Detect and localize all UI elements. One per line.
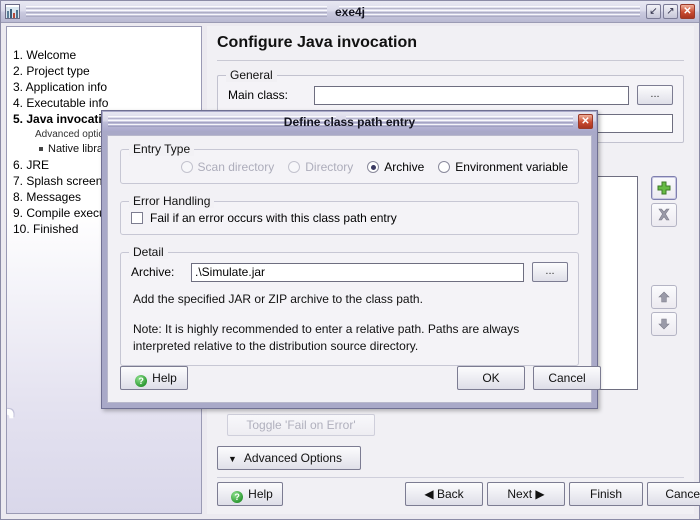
app-icon [5,4,20,19]
exe4j-watermark: exe4j [6,407,15,507]
general-group-legend: General [226,68,277,82]
dialog-footer: ?Help OK Cancel [120,366,579,392]
main-class-input[interactable] [314,86,629,105]
detail-description: Add the specified JAR or ZIP archive to … [121,288,578,365]
dialog-help-button[interactable]: ? Help [120,366,188,390]
finish-button[interactable]: Finish [569,482,643,506]
sidebar-item-project-type[interactable]: 2. Project type [13,63,201,79]
dialog-grip-right [346,116,574,127]
dialog-body: Entry Type Scan directory Directory Arch… [107,135,592,403]
title-bar-grip-left [26,6,327,18]
arrow-down-icon [657,317,671,331]
dialog-close-button[interactable]: ✕ [578,114,593,129]
advanced-options-label: Advanced Options [244,451,342,465]
radio-directory[interactable]: Directory [288,160,353,174]
fail-on-error-checkbox[interactable] [131,212,143,224]
radio-archive-dot [367,161,379,173]
back-button-label: Back [437,487,464,501]
error-handling-group: Error Handling Fail if an error occurs w… [120,201,579,235]
app-icon-glyph [6,7,19,18]
wizard-footer: ?Help ◀ Back Next ▶ Finish Cancel [217,482,684,508]
window-controls: ↙ ↗ ✕ [646,4,695,19]
arrow-left-icon: ◀ [424,487,433,501]
close-button[interactable]: ✕ [680,4,695,19]
define-class-path-entry-dialog: Define class path entry ✕ Entry Type Sca… [101,110,598,409]
archive-label: Archive: [131,265,183,279]
radio-directory-dot [288,161,300,173]
radio-directory-label: Directory [305,160,353,174]
main-class-browse-button[interactable]: ... [637,85,673,105]
archive-row: Archive: ... [121,253,578,288]
dialog-ok-button[interactable]: OK [457,366,525,390]
radio-archive-label: Archive [384,160,424,174]
entry-type-legend: Entry Type [129,142,194,156]
help-icon: ? [231,491,243,503]
radio-scan-directory-label: Scan directory [198,160,275,174]
radio-environment-variable-label: Environment variable [455,160,568,174]
radio-scan-directory-dot [181,161,193,173]
dialog-cancel-button[interactable]: Cancel [533,366,601,390]
arrow-up-icon [657,290,671,304]
advanced-options-button[interactable]: ▼ Advanced Options [217,446,361,470]
minimize-button[interactable]: ↙ [646,4,661,19]
next-button[interactable]: Next ▶ [487,482,565,506]
detail-legend: Detail [129,245,168,259]
detail-group: Detail Archive: ... Add the specified JA… [120,252,579,366]
entry-type-group: Entry Type Scan directory Directory Arch… [120,149,579,184]
app-root: exe4j ↙ ↗ ✕ 1. Welcome 2. Project type 3… [0,0,700,520]
wizard-cancel-button[interactable]: Cancel [647,482,700,506]
plus-icon [657,181,671,195]
radio-archive[interactable]: Archive [367,160,424,174]
dialog-title-bar[interactable]: Define class path entry ✕ [103,112,596,131]
remove-button[interactable] [651,203,677,227]
classpath-list-toolbar [644,176,684,390]
radio-environment-variable-dot [438,161,450,173]
radio-scan-directory[interactable]: Scan directory [181,160,275,174]
dialog-grip-left [108,116,336,127]
main-class-label: Main class: [228,88,306,102]
move-down-button[interactable] [651,312,677,336]
move-up-button[interactable] [651,285,677,309]
back-button[interactable]: ◀ Back [405,482,483,506]
sidebar-item-welcome[interactable]: 1. Welcome [13,47,201,63]
maximize-button[interactable]: ↗ [663,4,678,19]
page-title: Configure Java invocation [207,26,694,52]
archive-input[interactable] [191,263,524,282]
radio-environment-variable[interactable]: Environment variable [438,160,568,174]
close-x-icon [657,208,671,222]
window-title-bar[interactable]: exe4j ↙ ↗ ✕ [1,1,699,23]
main-class-row: Main class: ... [218,76,683,114]
add-button[interactable] [651,176,677,200]
title-divider [217,60,684,61]
error-handling-legend: Error Handling [129,194,214,208]
footer-divider [217,477,684,478]
bullet-icon [39,147,43,151]
sidebar-item-executable-info[interactable]: 4. Executable info [13,95,201,111]
help-button-label: Help [248,487,273,501]
sidebar-item-application-info[interactable]: 3. Application info [13,79,201,95]
detail-description-text: Add the specified JAR or ZIP archive to … [133,291,566,308]
help-icon: ? [135,375,147,387]
next-button-label: Next [507,487,532,501]
title-bar-grip-right [339,6,640,18]
arrow-right-icon: ▶ [535,487,544,501]
archive-browse-button[interactable]: ... [532,262,568,282]
detail-note-text: Note: It is highly recommended to enter … [133,321,566,355]
toggle-fail-on-error-button[interactable]: Toggle 'Fail on Error' [227,414,375,436]
help-button[interactable]: ? Help [217,482,283,506]
chevron-down-icon: ▼ [228,448,237,470]
dialog-help-label: Help [152,371,177,385]
fail-on-error-label: Fail if an error occurs with this class … [150,211,397,225]
